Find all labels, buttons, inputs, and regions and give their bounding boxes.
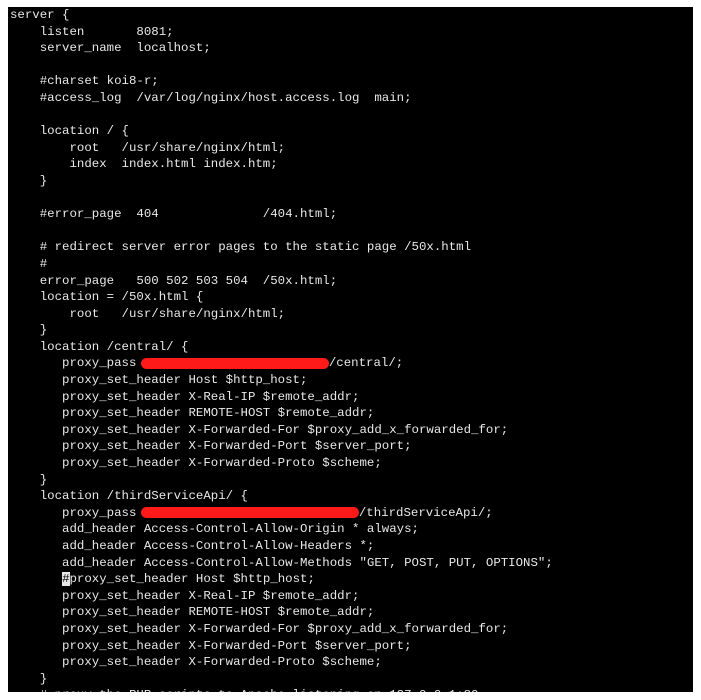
code-line: proxy_set_header X-Forwarded-Proto $sche…	[10, 455, 553, 472]
nginx-config-text[interactable]: server { listen 8081; server_name localh…	[10, 7, 553, 692]
code-text: proxy_set_header Host $http_host;	[69, 572, 315, 587]
code-line: root /usr/share/nginx/html;	[10, 140, 553, 157]
code-line: proxy_pass /thirdServiceApi/;	[10, 505, 553, 522]
code-text: add_header Access-Control-Allow-Methods …	[10, 555, 553, 570]
code-text: server_name localhost;	[10, 41, 211, 56]
code-line: location = /50x.html {	[10, 289, 553, 306]
code-text: location /central/ {	[10, 339, 189, 354]
code-text: add_header Access-Control-Allow-Origin *…	[10, 522, 419, 537]
code-line: root /usr/share/nginx/html;	[10, 306, 553, 323]
code-line: proxy_set_header REMOTE-HOST $remote_add…	[10, 405, 553, 422]
code-line: proxy_set_header X-Real-IP $remote_addr;	[10, 588, 553, 605]
code-line: listen 8081;	[10, 24, 553, 41]
code-line: add_header Access-Control-Allow-Origin *…	[10, 521, 553, 538]
code-text: #	[10, 256, 48, 271]
code-line: location /central/ {	[10, 339, 553, 356]
code-text: proxy_pass	[10, 356, 144, 371]
code-text: /thirdServiceApi/;	[358, 505, 493, 520]
code-text: # redirect server error pages to the sta…	[10, 240, 472, 255]
code-text: #charset koi8-r;	[10, 74, 159, 89]
code-line: proxy_set_header X-Forwarded-Port $serve…	[10, 438, 553, 455]
code-text: # proxy the PHP scripts to Apache listen…	[10, 688, 479, 692]
code-line: }	[10, 472, 553, 489]
code-text: server {	[10, 8, 70, 22]
code-line: }	[10, 671, 553, 688]
code-text: root /usr/share/nginx/html;	[10, 306, 286, 321]
code-line: proxy_set_header X-Forwarded-Proto $sche…	[10, 654, 553, 671]
code-line: #proxy_set_header Host $http_host;	[10, 571, 553, 588]
code-text: #access_log /var/log/nginx/host.access.l…	[10, 90, 412, 105]
code-line: #	[10, 256, 553, 273]
code-text: proxy_set_header REMOTE-HOST $remote_add…	[10, 605, 375, 620]
code-text: /central/;	[328, 356, 404, 371]
code-text: root /usr/share/nginx/html;	[10, 140, 286, 155]
code-text: }	[10, 323, 48, 338]
code-line: proxy_set_header X-Forwarded-For $proxy_…	[10, 422, 553, 439]
code-text: error_page 500 502 503 504 /50x.html;	[10, 273, 338, 288]
code-line: server {	[10, 7, 553, 24]
code-line: proxy_pass /central/;	[10, 355, 553, 372]
code-line: # redirect server error pages to the sta…	[10, 239, 553, 256]
code-text: location / {	[10, 124, 129, 139]
code-text: proxy_set_header X-Forwarded-For $proxy_…	[10, 621, 509, 636]
code-line: proxy_set_header REMOTE-HOST $remote_add…	[10, 604, 553, 621]
code-text: location = /50x.html {	[10, 290, 204, 305]
code-text: proxy_set_header X-Forwarded-Proto $sche…	[10, 456, 382, 471]
redaction-mark	[140, 507, 359, 519]
code-line: server_name localhost;	[10, 40, 553, 57]
text-cursor: #	[62, 572, 70, 587]
code-text: proxy_set_header X-Forwarded-Port $serve…	[10, 638, 412, 653]
code-line: proxy_set_header X-Forwarded-Port $serve…	[10, 638, 553, 655]
code-line: #charset koi8-r;	[10, 73, 553, 90]
code-text: proxy_set_header X-Forwarded-For $proxy_…	[10, 422, 509, 437]
code-line: #error_page 404 /404.html;	[10, 206, 553, 223]
code-text: add_header Access-Control-Allow-Headers …	[10, 539, 375, 553]
code-line: proxy_set_header Host $http_host;	[10, 372, 553, 389]
code-line: location /thirdServiceApi/ {	[10, 488, 553, 505]
code-text: proxy_set_header X-Real-IP $remote_addr;	[10, 588, 360, 603]
code-text: listen 8081;	[10, 24, 174, 39]
code-line: #access_log /var/log/nginx/host.access.l…	[10, 90, 553, 107]
code-line: add_header Access-Control-Allow-Headers …	[10, 538, 553, 555]
code-text: proxy_pass	[10, 505, 144, 520]
code-text: proxy_set_header X-Real-IP $remote_addr;	[10, 389, 360, 404]
code-text: index index.html index.htm;	[10, 157, 278, 172]
code-line: location / {	[10, 123, 553, 140]
code-line: proxy_set_header X-Real-IP $remote_addr;	[10, 389, 553, 406]
code-line: index index.html index.htm;	[10, 156, 553, 173]
code-text: }	[10, 173, 48, 188]
code-text: #error_page 404 /404.html;	[10, 207, 338, 222]
terminal-window: server { listen 8081; server_name localh…	[8, 7, 693, 692]
code-text: proxy_set_header X-Forwarded-Proto $sche…	[10, 655, 382, 670]
redaction-mark	[140, 357, 329, 369]
code-line: error_page 500 502 503 504 /50x.html;	[10, 273, 553, 290]
code-line: }	[10, 173, 553, 190]
code-text: }	[10, 472, 48, 487]
code-text: proxy_set_header X-Forwarded-Port $serve…	[10, 439, 412, 454]
code-text: location /thirdServiceApi/ {	[10, 489, 248, 504]
code-line: # proxy the PHP scripts to Apache listen…	[10, 687, 553, 692]
code-text: proxy_set_header Host $http_host;	[10, 373, 308, 388]
code-line: proxy_set_header X-Forwarded-For $proxy_…	[10, 621, 553, 638]
code-text: proxy_set_header REMOTE-HOST $remote_add…	[10, 406, 375, 421]
code-line: }	[10, 322, 553, 339]
code-line: add_header Access-Control-Allow-Methods …	[10, 555, 553, 572]
code-text: }	[10, 671, 48, 686]
